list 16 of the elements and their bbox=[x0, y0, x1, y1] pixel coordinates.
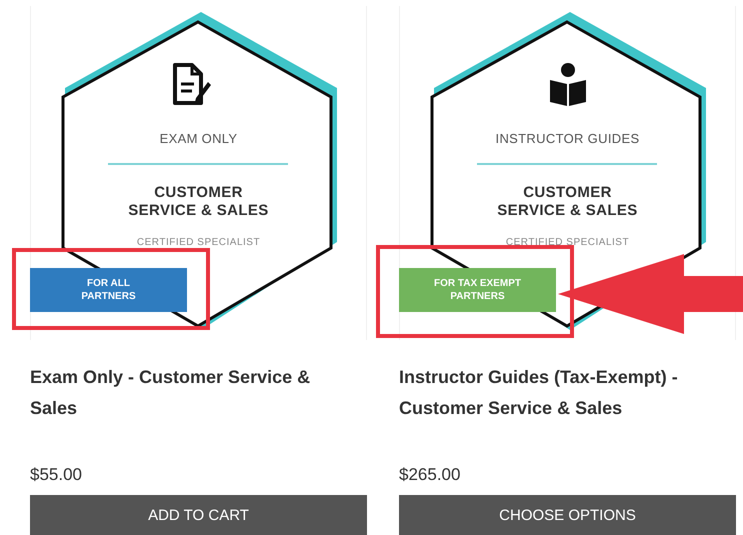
product-price: $265.00 bbox=[399, 464, 462, 486]
document-pencil-icon bbox=[172, 62, 212, 106]
badge-title: CUSTOMER SERVICE & SALES bbox=[496, 184, 639, 220]
badge-subtitle: CERTIFIED SPECIALIST bbox=[504, 236, 630, 250]
product-price: $55.00 bbox=[30, 464, 83, 486]
partner-ribbon: FOR TAX EXEMPT PARTNERS bbox=[399, 268, 556, 312]
badge-subtitle: CERTIFIED SPECIALIST bbox=[136, 236, 262, 250]
partner-ribbon: FOR ALL PARTNERS bbox=[30, 268, 187, 312]
badge-category: EXAM ONLY bbox=[158, 130, 238, 148]
person-reading-icon bbox=[548, 62, 588, 108]
product-title: Instructor Guides (Tax-Exempt) - Customer Service & Sales bbox=[399, 366, 679, 420]
product-title: Exam Only - Customer Service & Sales bbox=[30, 366, 312, 420]
product-button[interactable]: CHOOSE OPTIONS bbox=[399, 495, 736, 535]
badge-category: INSTRUCTOR GUIDES bbox=[494, 130, 640, 148]
product-button[interactable]: ADD TO CART bbox=[30, 495, 367, 535]
badge-title: CUSTOMER SERVICE & SALES bbox=[127, 184, 270, 220]
